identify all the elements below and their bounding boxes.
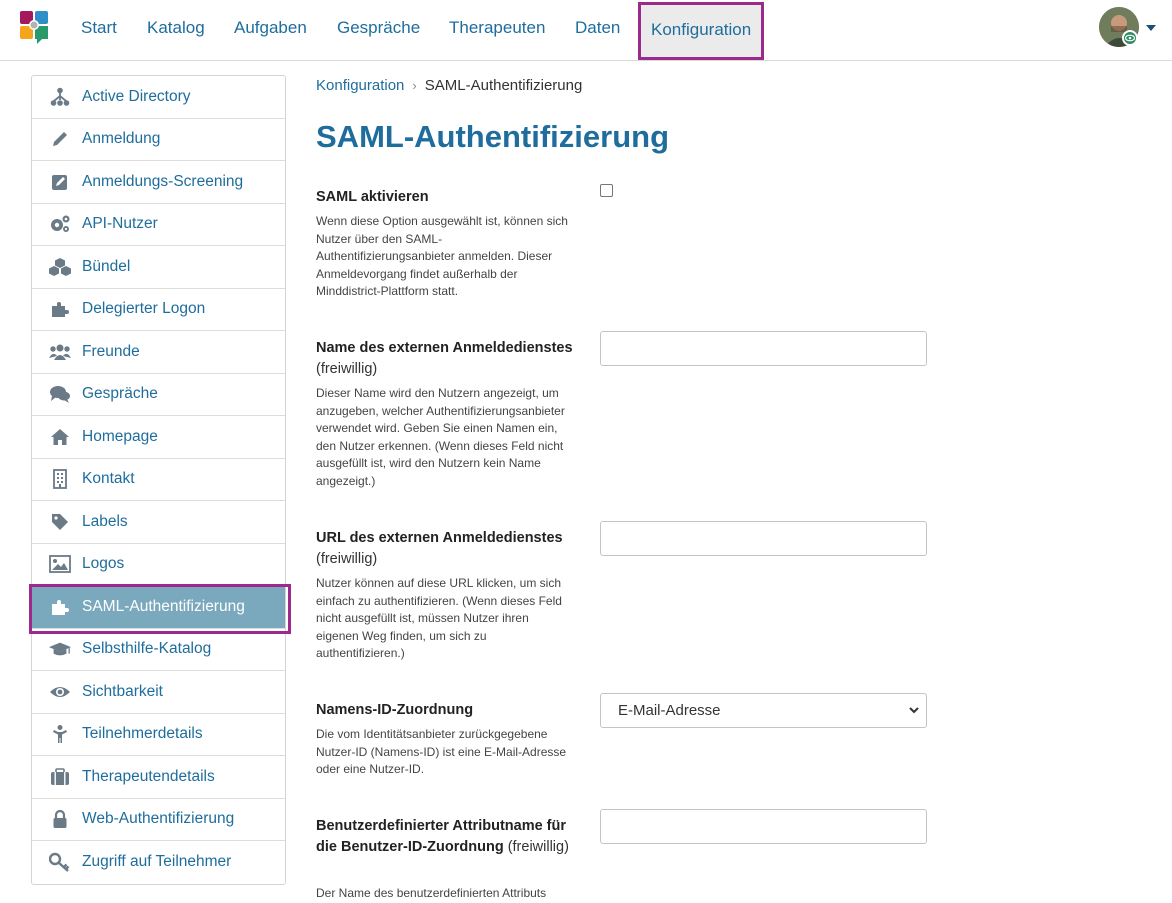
sidebar-item-label: Selbsthilfe-Katalog [82, 640, 212, 658]
eye-icon [49, 681, 71, 703]
pencil-icon [49, 128, 71, 150]
sidebar-item-homepage[interactable]: Homepage [32, 416, 285, 459]
top-navigation-bar: Start Katalog Aufgaben Gespräche Therape… [0, 0, 1172, 61]
breadcrumb-link-konfiguration[interactable]: Konfiguration [316, 77, 404, 94]
sidebar-item-label: Kontakt [82, 470, 135, 488]
chevron-down-icon [909, 707, 919, 714]
sidebar-item-label: Delegierter Logon [82, 300, 206, 318]
sidebar-item-label: Sichtbarkeit [82, 682, 163, 700]
sidebar-item-label: API-Nutzer [82, 215, 158, 233]
nav-item-aufgaben[interactable]: Aufgaben [234, 0, 307, 61]
sidebar-item-label: Active Directory [82, 87, 191, 105]
sidebar-item-sichtbarkeit[interactable]: Sichtbarkeit [32, 671, 285, 714]
sidebar-item-label: Logos [82, 555, 125, 573]
configuration-sidebar: Active Directory Anmeldung Anmeldungs-Sc… [29, 75, 291, 885]
puzzle-icon [49, 596, 71, 618]
custom-attr-help: Der Name des benutzerdefinierten Attribu… [316, 886, 547, 900]
service-name-label: Name des externen Anmeldedienstes (freiw… [316, 338, 576, 380]
custom-attr-input[interactable] [600, 809, 927, 844]
gears-icon [49, 213, 71, 235]
sidebar-item-logos[interactable]: Logos [32, 544, 285, 586]
sidebar-item-label: SAML-Authentifizierung [82, 597, 245, 615]
sidebar-item-anmeldung[interactable]: Anmeldung [32, 119, 285, 161]
user-menu-caret-icon[interactable] [1146, 25, 1156, 31]
saml-enable-label: SAML aktivieren [316, 187, 576, 208]
saml-enable-checkbox[interactable] [600, 184, 613, 197]
sidebar-item-label: Freunde [82, 342, 140, 360]
name-id-label-text: Namens-ID-Zuordnung [316, 702, 474, 718]
sidebar-item-web-authentifizierung[interactable]: Web-Authentifizierung [32, 799, 285, 841]
eye-badge-icon [1122, 30, 1138, 46]
name-id-label: Namens-ID-Zuordnung [316, 700, 576, 721]
sidebar-item-selbsthilfe-katalog[interactable]: Selbsthilfe-Katalog [32, 629, 285, 671]
sidebar-item-gespraeche[interactable]: Gespräche [32, 374, 285, 416]
service-name-label-text: Name des externen Anmeldedienstes [316, 340, 573, 356]
service-url-label: URL des externen Anmeldedienstes (freiwi… [316, 528, 576, 570]
cubes-icon [49, 256, 71, 278]
sidebar-item-label: Homepage [82, 427, 158, 445]
key-icon [49, 851, 71, 873]
home-icon [49, 426, 71, 448]
nav-item-therapeuten[interactable]: Therapeuten [449, 0, 545, 61]
sidebar-item-freunde[interactable]: Freunde [32, 331, 285, 374]
nav-item-konfiguration[interactable]: Konfiguration [638, 2, 765, 60]
sidebar-item-teilnehmerdetails[interactable]: Teilnehmerdetails [32, 714, 285, 756]
sitemap-icon [49, 86, 71, 108]
suitcase-icon [49, 766, 71, 788]
tag-icon [49, 511, 71, 533]
image-icon [49, 553, 71, 575]
service-name-optional: (freiwillig) [316, 361, 378, 377]
breadcrumb-current: SAML-Authentifizierung [424, 77, 583, 94]
sidebar-item-label: Gespräche [82, 385, 158, 403]
service-url-label-text: URL des externen Anmeldedienstes [316, 530, 563, 546]
edit-square-icon [49, 171, 71, 193]
sidebar-item-saml-authentifizierung[interactable]: SAML-Authentifizierung [29, 584, 291, 634]
saml-enable-label-text: SAML aktivieren [316, 189, 429, 205]
sidebar-item-delegierter-logon[interactable]: Delegierter Logon [32, 289, 285, 331]
sidebar-item-label: Anmeldung [82, 130, 161, 148]
sidebar-item-label: Zugriff auf Teilnehmer [82, 853, 232, 871]
puzzle-icon [49, 298, 71, 320]
service-url-input[interactable] [600, 521, 927, 556]
custom-attr-optional: (freiwillig) [507, 839, 569, 855]
building-icon [49, 468, 71, 490]
sidebar-item-labels[interactable]: Labels [32, 501, 285, 544]
sidebar-item-label: Therapeutendetails [82, 767, 215, 785]
graduation-cap-icon [49, 638, 71, 660]
breadcrumb-separator-icon: › [412, 78, 417, 93]
service-url-optional: (freiwillig) [316, 551, 378, 567]
sidebar-item-api-nutzer[interactable]: API-Nutzer [32, 204, 285, 246]
name-id-help: Die vom Identitätsanbieter zurückgegeben… [316, 727, 567, 776]
nav-item-gespraeche[interactable]: Gespräche [337, 0, 420, 61]
sidebar-item-label: Teilnehmerdetails [82, 725, 203, 743]
service-name-help: Dieser Name wird den Nutzern angezeigt, … [316, 386, 565, 488]
minddistrict-logo[interactable] [20, 11, 48, 44]
service-url-help: Nutzer können auf diese URL klicken, um … [316, 576, 562, 660]
nav-item-katalog[interactable]: Katalog [147, 0, 205, 61]
users-icon [49, 341, 71, 363]
lock-icon [49, 808, 71, 830]
sidebar-item-kontakt[interactable]: Kontakt [32, 459, 285, 501]
sidebar-item-anmeldungs-screening[interactable]: Anmeldungs-Screening [32, 161, 285, 204]
sidebar-item-label: Bündel [82, 257, 131, 275]
sidebar-item-label: Web-Authentifizierung [82, 810, 235, 828]
custom-attr-label: Benutzerdefinierter Attributname für die… [316, 816, 578, 858]
name-id-select[interactable]: E-Mail-Adresse [600, 693, 927, 728]
child-icon [49, 723, 71, 745]
breadcrumb: Konfiguration › SAML-Authentifizierung [316, 77, 582, 94]
nav-item-start[interactable]: Start [81, 0, 117, 61]
comments-icon [49, 383, 71, 405]
sidebar-item-label: Labels [82, 512, 128, 530]
sidebar-item-therapeutendetails[interactable]: Therapeutendetails [32, 756, 285, 799]
name-id-selected-value: E-Mail-Adresse [618, 702, 721, 719]
sidebar-item-buendel[interactable]: Bündel [32, 246, 285, 289]
service-name-input[interactable] [600, 331, 927, 366]
page-title: SAML-Authentifizierung [316, 119, 670, 154]
sidebar-item-active-directory[interactable]: Active Directory [32, 76, 285, 119]
saml-enable-help: Wenn diese Option ausgewählt ist, können… [316, 214, 568, 298]
sidebar-item-zugriff-auf-teilnehmer[interactable]: Zugriff auf Teilnehmer [32, 841, 285, 884]
nav-item-daten[interactable]: Daten [575, 0, 620, 61]
sidebar-item-label: Anmeldungs-Screening [82, 172, 244, 190]
